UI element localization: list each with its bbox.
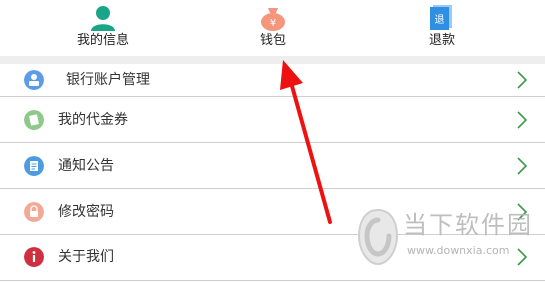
svg-text:退: 退: [435, 14, 445, 26]
chevron-right-icon[interactable]: [517, 203, 527, 221]
tab-wallet-label: 钱包: [259, 33, 286, 48]
menu-item-about-us[interactable]: 关于我们: [0, 235, 545, 281]
money-bag-icon: ¥: [261, 8, 285, 31]
menu-item-notice[interactable]: 通知公告: [0, 143, 545, 189]
tab-my-info[interactable]: 我的信息: [43, 0, 163, 56]
chevron-right-icon[interactable]: [517, 111, 527, 129]
menu-item-change-password[interactable]: 修改密码: [0, 189, 545, 235]
tab-refund[interactable]: 退 退款: [382, 0, 502, 56]
bank-account-icon: [24, 70, 44, 90]
chevron-right-icon[interactable]: [517, 71, 527, 89]
menu-item-label: 银行账户管理: [66, 72, 150, 88]
menu-item-voucher[interactable]: 我的代金券: [0, 97, 545, 143]
notice-icon: [24, 156, 44, 176]
voucher-icon: [24, 110, 44, 130]
menu-item-bank-account[interactable]: 银行账户管理: [0, 64, 545, 97]
chevron-right-icon[interactable]: [517, 248, 527, 266]
menu-item-label: 通知公告: [58, 158, 114, 174]
svg-text:¥: ¥: [270, 18, 276, 29]
tab-my-info-label: 我的信息: [76, 33, 129, 48]
chevron-right-icon[interactable]: [517, 157, 527, 175]
tab-wallet[interactable]: ¥ 钱包: [213, 0, 333, 56]
lock-icon: [24, 202, 44, 222]
person-icon: [91, 6, 115, 31]
refund-icon: 退: [430, 5, 452, 30]
menu-item-label: 修改密码: [58, 204, 114, 220]
section-separator: [0, 56, 545, 64]
top-tab-bar: 我的信息 ¥ 钱包 退 退款: [0, 0, 545, 56]
menu-item-label: 我的代金券: [58, 112, 128, 128]
tab-refund-label: 退款: [428, 33, 455, 48]
menu-item-label: 关于我们: [58, 249, 114, 265]
info-icon: [24, 247, 44, 267]
